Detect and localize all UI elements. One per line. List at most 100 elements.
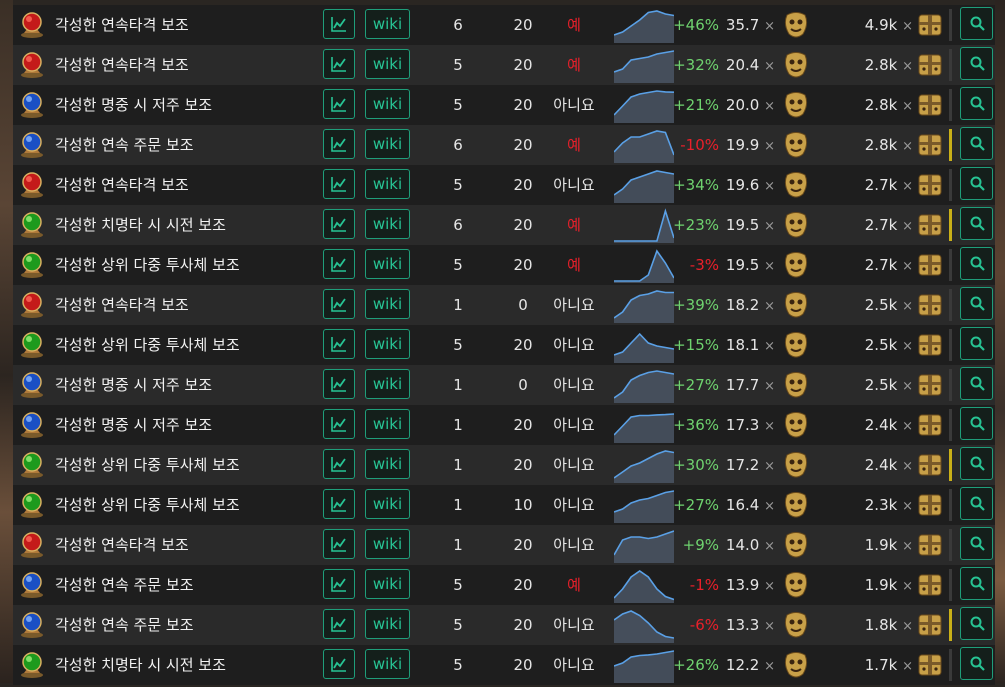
wiki-button[interactable]: wiki [365, 569, 410, 599]
mask-currency-icon [784, 252, 808, 278]
search-button[interactable] [960, 87, 993, 120]
corrupted-status: 아니요 [553, 616, 595, 634]
gem-quality: 20 [513, 256, 533, 274]
times-sign: × [902, 179, 913, 194]
times-sign: × [764, 459, 775, 474]
chart-button[interactable] [323, 169, 355, 199]
chart-button[interactable] [323, 129, 355, 159]
gem-quality: 10 [513, 496, 533, 514]
wiki-button[interactable]: wiki [365, 329, 410, 359]
price-number: 2.5k [864, 336, 898, 354]
wiki-button[interactable]: wiki [365, 89, 410, 119]
chart-button[interactable] [323, 649, 355, 679]
mask-currency-icon [784, 52, 808, 78]
table-row: 각성한 연속 주문 보조 wiki 6 20 예 -10% 19.9 × 2.8… [13, 125, 995, 165]
gem-level: 1 [453, 376, 463, 394]
price-number: 2.7k [864, 216, 898, 234]
wiki-button[interactable]: wiki [365, 449, 410, 479]
mask-currency-icon [784, 132, 808, 158]
wiki-button[interactable]: wiki [365, 369, 410, 399]
chart-line-icon [331, 457, 346, 472]
chart-button[interactable] [323, 369, 355, 399]
chart-button[interactable] [323, 289, 355, 319]
times-sign: × [902, 139, 913, 154]
mask-currency-icon [784, 612, 808, 638]
mask-currency-icon [784, 172, 808, 198]
search-button[interactable] [960, 47, 993, 80]
search-button[interactable] [960, 367, 993, 400]
price-change: +46% [673, 16, 719, 34]
price-trend-sparkline [614, 650, 674, 683]
price-value: 1.8k × [853, 605, 913, 647]
chart-button[interactable] [323, 609, 355, 639]
table-row: 각성한 치명타 시 시전 보조 wiki 5 20 아니요 +26% 12.2 … [13, 645, 995, 685]
chart-button[interactable] [323, 449, 355, 479]
wiki-button[interactable]: wiki [365, 609, 410, 639]
gem-icon [21, 172, 43, 198]
chart-button[interactable] [323, 89, 355, 119]
chart-button[interactable] [323, 209, 355, 239]
times-sign: × [902, 539, 913, 554]
price-number: 1.9k [864, 576, 898, 594]
search-button[interactable] [960, 327, 993, 360]
wiki-button[interactable]: wiki [365, 249, 410, 279]
search-icon [970, 416, 985, 431]
gem-name: 각성한 상위 다중 투사체 보조 [55, 496, 240, 514]
times-sign: × [764, 339, 775, 354]
wiki-button[interactable]: wiki [365, 129, 410, 159]
table-row: 각성한 치명타 시 시전 보조 wiki 6 20 예 +23% 19.5 × [13, 205, 995, 245]
wiki-button[interactable]: wiki [365, 169, 410, 199]
search-button[interactable] [960, 127, 993, 160]
times-sign: × [902, 579, 913, 594]
price-value: 2.4k × [853, 445, 913, 487]
chart-button[interactable] [323, 9, 355, 39]
gem-quality: 20 [513, 656, 533, 674]
gem-quality: 0 [518, 376, 528, 394]
times-sign: × [764, 659, 775, 674]
gem-level: 5 [453, 616, 463, 634]
gem-name: 각성한 명중 시 저주 보조 [55, 416, 213, 434]
search-button[interactable] [960, 447, 993, 480]
wiki-button[interactable]: wiki [365, 209, 410, 239]
mask-currency-icon [784, 452, 808, 478]
price-change: -10% [680, 136, 719, 154]
mask-currency-icon [784, 492, 808, 518]
search-button[interactable] [960, 527, 993, 560]
price-change: +36% [673, 416, 719, 434]
price-value: 1.9k × [853, 525, 913, 567]
search-button[interactable] [960, 647, 993, 680]
ratio-value: 12.2 × [725, 645, 775, 687]
ratio-number: 12.2 [725, 656, 760, 674]
chart-button[interactable] [323, 409, 355, 439]
chart-button[interactable] [323, 49, 355, 79]
search-button[interactable] [960, 487, 993, 520]
gem-quality: 20 [513, 576, 533, 594]
corrupted-status: 아니요 [553, 296, 595, 314]
times-sign: × [902, 379, 913, 394]
chart-button[interactable] [323, 489, 355, 519]
wiki-button[interactable]: wiki [365, 649, 410, 679]
search-button[interactable] [960, 247, 993, 280]
chart-button[interactable] [323, 569, 355, 599]
chart-button[interactable] [323, 529, 355, 559]
search-button[interactable] [960, 407, 993, 440]
background-left-edge [0, 0, 13, 683]
search-button[interactable] [960, 607, 993, 640]
chart-button[interactable] [323, 249, 355, 279]
search-button[interactable] [960, 287, 993, 320]
price-change: +27% [673, 496, 719, 514]
search-button[interactable] [960, 207, 993, 240]
search-button[interactable] [960, 167, 993, 200]
search-button[interactable] [960, 567, 993, 600]
wiki-button[interactable]: wiki [365, 9, 410, 39]
price-trend-sparkline [614, 450, 674, 483]
ratio-number: 17.7 [725, 376, 760, 394]
wiki-button[interactable]: wiki [365, 529, 410, 559]
wiki-button[interactable]: wiki [365, 489, 410, 519]
wiki-button[interactable]: wiki [365, 289, 410, 319]
search-button[interactable] [960, 7, 993, 40]
price-number: 2.4k [864, 416, 898, 434]
wiki-button[interactable]: wiki [365, 49, 410, 79]
chart-button[interactable] [323, 329, 355, 359]
wiki-button[interactable]: wiki [365, 409, 410, 439]
